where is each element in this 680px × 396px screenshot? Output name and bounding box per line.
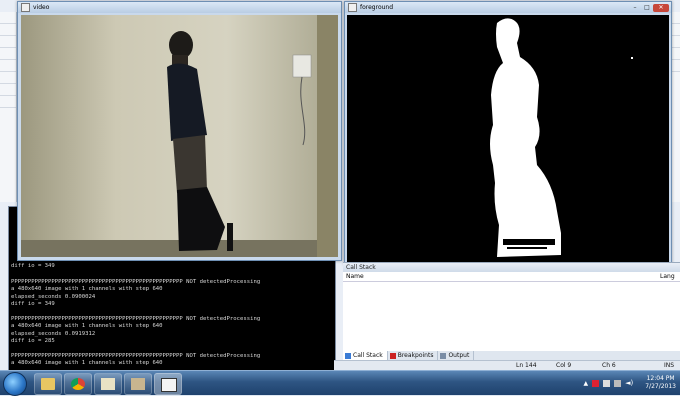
taskbar-paint-button[interactable]: [124, 373, 152, 395]
foreground-window[interactable]: foreground – □ ✕: [344, 1, 672, 265]
console-line: a 480x640 image with 1 channels with ste…: [11, 323, 163, 330]
column-lang-header[interactable]: Lang: [657, 272, 680, 281]
ide-left-item[interactable]: [0, 84, 16, 96]
console-line: elapsed_seconds 0.0900024: [11, 293, 96, 300]
battery-icon[interactable]: [603, 379, 611, 387]
console-line: PPPPPPPPPPPPPPPPPPPPPPPPPPPPPPPPPPPPPPPP…: [11, 316, 261, 323]
foreground-window-title: foreground: [360, 4, 394, 11]
video-titlebar[interactable]: video: [18, 2, 341, 13]
console-line: a 480x640 image with 1 channels with ste…: [11, 360, 163, 367]
app-window-icon: [161, 378, 177, 392]
ide-left-item[interactable]: [0, 12, 16, 24]
console-output: PPPPPPPPPPPPPPPPPPPPPPPPPPPPPPPPPPPPPPPP…: [11, 279, 333, 368]
video-window[interactable]: video: [17, 1, 342, 261]
ide-left-toolstrip: [0, 12, 17, 202]
video-window-title: video: [33, 4, 50, 11]
folder-icon: [41, 378, 55, 390]
chrome-icon: [71, 378, 85, 390]
paint-icon: [131, 378, 145, 390]
start-button[interactable]: [3, 372, 27, 396]
media-icon: [101, 378, 115, 390]
clock-date: 7/27/2013: [645, 383, 676, 390]
tray-expand-icon[interactable]: ▲: [583, 380, 588, 387]
maximize-button[interactable]: □: [641, 4, 653, 12]
foreground-mask-frame: [347, 15, 669, 262]
ide-left-item[interactable]: [0, 36, 16, 48]
taskbar-explorer-button[interactable]: [34, 373, 62, 395]
foreground-mask-image: [347, 15, 669, 262]
console-line: diff io = 285: [11, 338, 55, 345]
taskbar-app-button[interactable]: [154, 373, 182, 395]
taskbar: ▲ ◄) 12:04 PM 7/27/2013: [0, 370, 680, 396]
ide-left-item[interactable]: [0, 60, 16, 72]
window-app-icon: [348, 3, 357, 12]
breakpoints-icon: [389, 353, 396, 359]
console-line: PPPPPPPPPPPPPPPPPPPPPPPPPPPPPPPPPPPPPPPP…: [11, 279, 261, 285]
console-line: diff io = 349: [11, 263, 55, 269]
flag-icon[interactable]: [592, 379, 600, 387]
clock-time: 12:04 PM: [646, 375, 675, 382]
console-line: diff io = 349: [11, 301, 55, 308]
call-stack-panel[interactable]: Call Stack Name Lang Call Stack Breakpoi…: [343, 262, 680, 361]
volume-icon[interactable]: ◄): [625, 379, 633, 387]
call-stack-title: Call Stack: [343, 263, 680, 272]
ide-left-item[interactable]: [0, 48, 16, 60]
call-stack-header: Name Lang: [343, 272, 680, 282]
network-icon[interactable]: [614, 379, 622, 387]
console-line: PPPPPPPPPPPPPPPPPPPPPPPPPPPPPPPPPPPPPPPP…: [11, 353, 261, 360]
console-line: a 480x640 image with 1 channels with ste…: [11, 286, 163, 293]
video-frame: [21, 15, 338, 257]
minimize-button[interactable]: –: [629, 4, 641, 12]
close-button[interactable]: ✕: [653, 3, 669, 12]
console-line: elapsed_seconds 0.0919312: [11, 330, 96, 337]
taskbar-chrome-button[interactable]: [64, 373, 92, 395]
ide-left-item[interactable]: [0, 96, 16, 108]
call-stack-icon: [345, 353, 351, 359]
ide-left-item[interactable]: [0, 72, 16, 84]
camera-scene-image: [21, 15, 338, 257]
window-app-icon: [21, 3, 30, 12]
foreground-titlebar[interactable]: foreground – □ ✕: [345, 2, 671, 13]
ide-left-item[interactable]: [0, 24, 16, 36]
system-tray: ▲ ◄) 12:04 PM 7/27/2013: [583, 373, 676, 393]
output-icon: [440, 353, 447, 359]
column-name-header[interactable]: Name: [343, 272, 657, 281]
taskbar-media-button[interactable]: [94, 373, 122, 395]
clock[interactable]: 12:04 PM 7/27/2013: [645, 375, 676, 391]
